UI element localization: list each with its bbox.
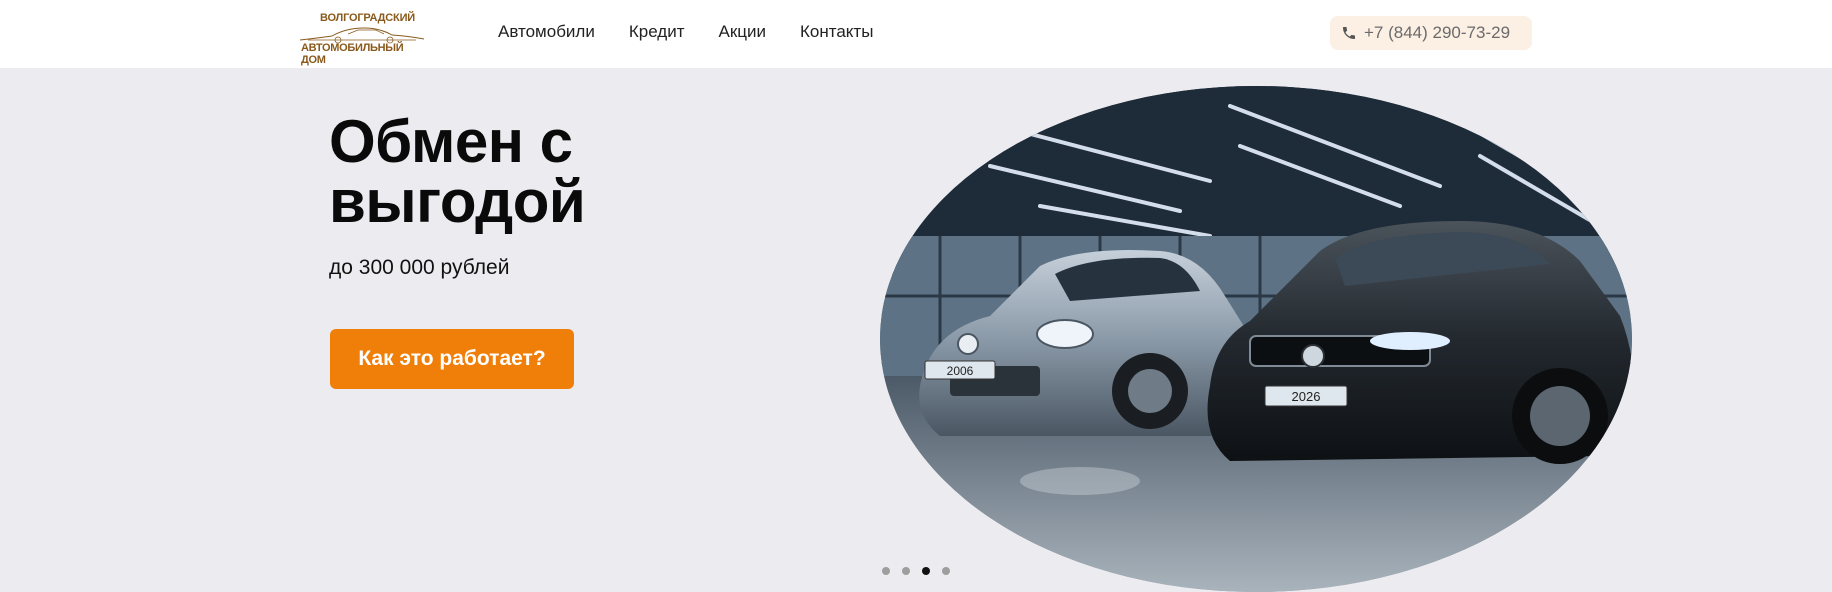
left-car-plate: 2006 — [947, 364, 974, 378]
hero-title-line1: Обмен с — [329, 108, 573, 175]
carousel-dots — [882, 567, 950, 575]
carousel-dot-1[interactable] — [882, 567, 890, 575]
hero-title-line2: выгодой — [329, 168, 586, 235]
hero-image: 2006 2026 — [880, 86, 1632, 592]
logo-line2: АВТОМОБИЛЬНЫЙ ДОМ — [301, 42, 404, 66]
logo[interactable]: ВОЛГОГРАДСКИЙ АВТОМОБИЛЬНЫЙ ДОМ — [298, 10, 428, 66]
nav-item-cars[interactable]: Автомобили — [498, 22, 595, 42]
hero-subtitle: до 300 000 рублей — [329, 256, 510, 279]
carousel-dot-4[interactable] — [942, 567, 950, 575]
showroom-cars-illustration: 2006 2026 — [880, 86, 1632, 592]
phone-number: +7 (844) 290-73-29 — [1364, 23, 1511, 42]
site-header: ВОЛГОГРАДСКИЙ АВТОМОБИЛЬНЫЙ ДОМ Автомоби… — [0, 0, 1832, 68]
how-it-works-button[interactable]: Как это работает? — [330, 329, 574, 389]
nav-item-contacts[interactable]: Контакты — [800, 22, 873, 42]
carousel-dot-2[interactable] — [902, 567, 910, 575]
logo-line1: ВОЛГОГРАДСКИЙ — [320, 12, 415, 24]
phone-button[interactable]: +7 (844) 290-73-29 — [1330, 16, 1532, 50]
nav-item-promotions[interactable]: Акции — [718, 22, 766, 42]
phone-icon — [1343, 27, 1355, 39]
hero-title: Обмен с выгодой — [329, 108, 586, 235]
main-nav: Автомобили Кредит Акции Контакты — [498, 22, 873, 42]
carousel-dot-3[interactable] — [922, 567, 930, 575]
right-car-plate: 2026 — [1292, 389, 1321, 404]
logo-car-icon — [299, 27, 425, 44]
nav-item-credit[interactable]: Кредит — [629, 22, 685, 42]
